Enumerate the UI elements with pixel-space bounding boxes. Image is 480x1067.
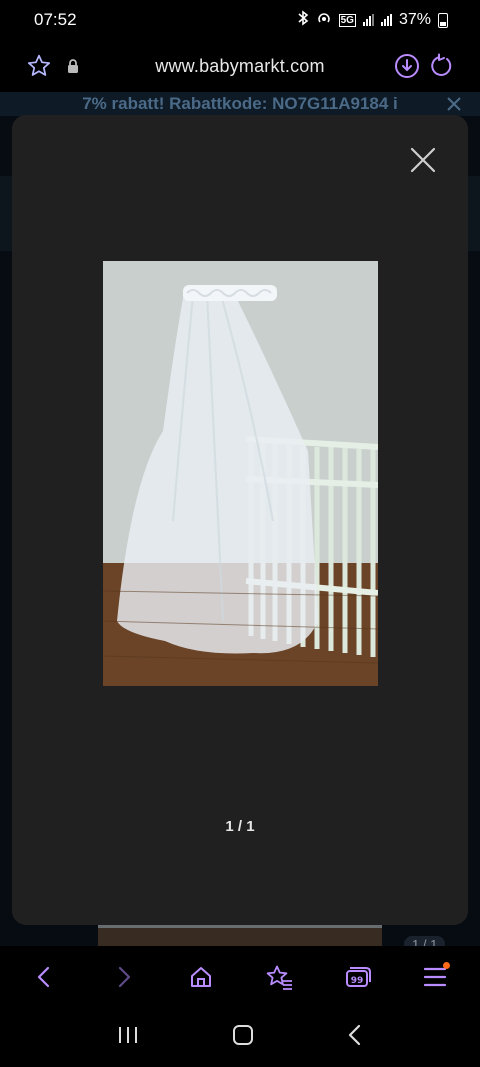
bookmark-star-icon[interactable]	[22, 49, 56, 83]
system-nav-bar	[0, 1008, 480, 1067]
battery-icon	[438, 12, 448, 28]
back-button[interactable]	[20, 952, 70, 1002]
signal-icon-2	[380, 14, 392, 26]
browser-url-bar: www.babymarkt.com	[0, 40, 480, 92]
network-type-icon: 5G	[338, 13, 356, 27]
status-bar: 07:52 5G 37%	[0, 0, 480, 40]
svg-text:99: 99	[351, 976, 364, 986]
status-time: 07:52	[34, 10, 77, 29]
bluetooth-icon	[297, 9, 309, 31]
recent-apps-button[interactable]	[116, 1025, 140, 1050]
reload-icon[interactable]	[424, 49, 458, 83]
notification-dot	[443, 962, 450, 969]
home-system-button[interactable]	[232, 1024, 254, 1051]
back-arrow-icon	[37, 966, 50, 988]
back-system-icon	[348, 1024, 361, 1046]
hotspot-icon	[316, 10, 332, 31]
signal-icon	[362, 14, 374, 26]
battery-percent: 37%	[398, 11, 431, 28]
home-system-icon	[233, 1025, 253, 1045]
home-icon	[191, 967, 211, 987]
forward-arrow-icon	[118, 966, 131, 988]
image-viewer-modal: 1 / 1	[12, 115, 468, 925]
tabs-icon: 99	[346, 967, 371, 987]
menu-button[interactable]	[410, 952, 460, 1002]
browser-bottom-nav: 99	[0, 946, 480, 1008]
image-counter: 1 / 1	[225, 818, 255, 835]
download-icon[interactable]	[390, 49, 424, 83]
promo-banner[interactable]: 7% rabatt! Rabattkode: NO7G11A9184 i	[0, 92, 480, 116]
bookmarks-button[interactable]	[254, 952, 304, 1002]
close-icon[interactable]	[408, 145, 438, 175]
home-button[interactable]	[176, 952, 226, 1002]
status-icons: 5G 37%	[297, 9, 448, 31]
forward-button[interactable]	[98, 952, 148, 1002]
product-photo[interactable]	[103, 261, 378, 686]
bookmarks-star-icon	[266, 965, 292, 990]
back-system-button[interactable]	[346, 1024, 364, 1051]
lock-icon[interactable]	[56, 49, 90, 83]
promo-text: 7% rabatt! Rabattkode: NO7G11A9184 i	[82, 94, 398, 113]
url-text[interactable]: www.babymarkt.com	[90, 56, 390, 77]
recent-apps-icon	[119, 1027, 137, 1043]
tabs-button[interactable]: 99	[332, 952, 382, 1002]
promo-close-icon[interactable]	[446, 96, 462, 116]
crib-canopy-illustration	[103, 285, 378, 664]
menu-icon	[423, 967, 447, 987]
